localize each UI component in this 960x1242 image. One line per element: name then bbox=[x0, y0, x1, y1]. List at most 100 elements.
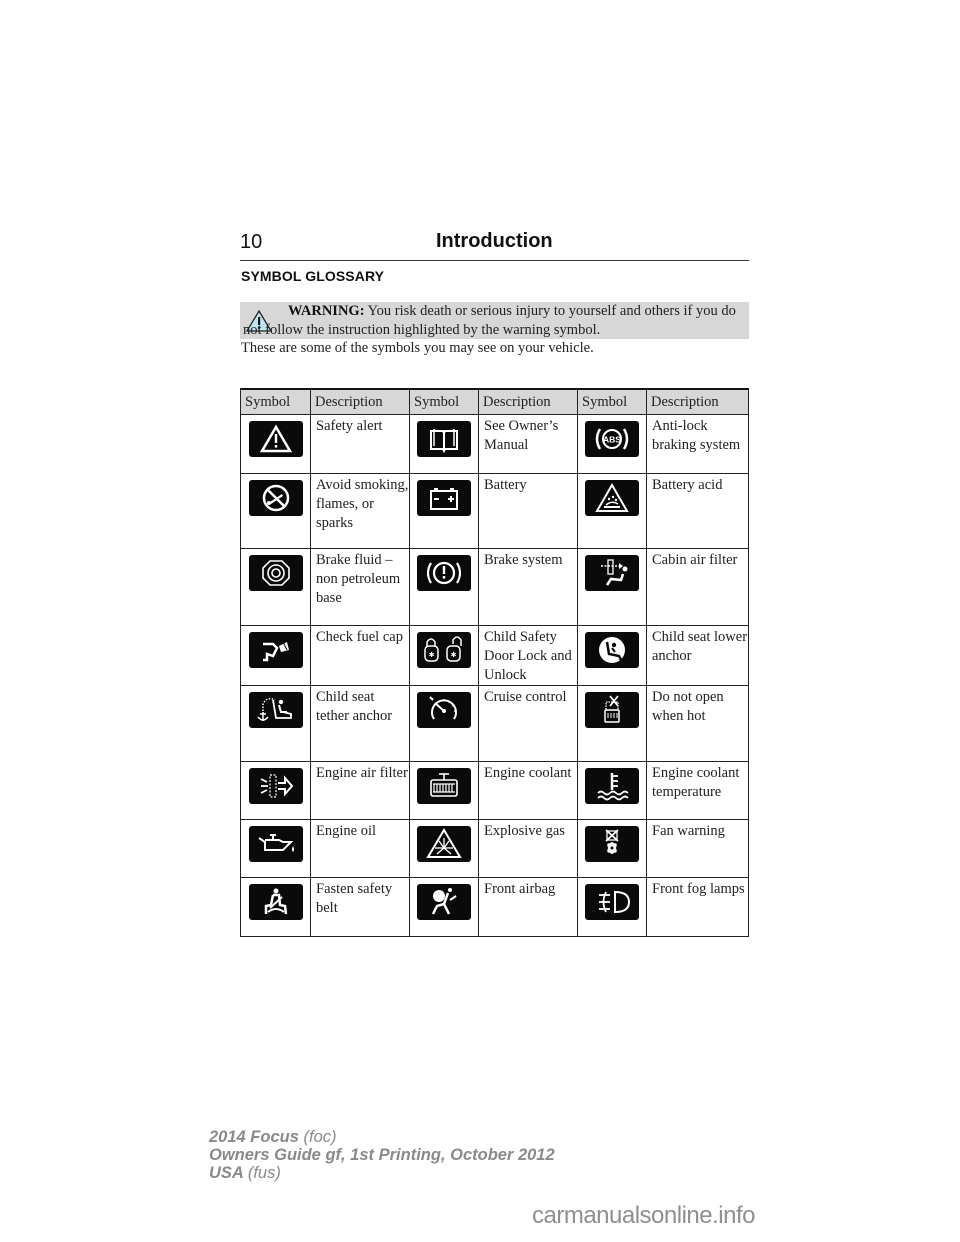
symbol-cell bbox=[577, 625, 647, 686]
engine-coolant-temperature-icon bbox=[585, 768, 639, 804]
description-cell: Do not open when hot bbox=[646, 685, 749, 762]
abs-icon: ABS bbox=[585, 421, 639, 457]
engine-coolant-icon bbox=[417, 768, 471, 804]
symbol-glossary-table: Symbol Description Symbol Description Sy… bbox=[240, 388, 749, 937]
description-cell: Avoid smoking, flames, or sparks bbox=[310, 473, 410, 549]
symbol-cell bbox=[240, 548, 311, 626]
symbol-cell bbox=[240, 877, 311, 937]
warning-box: WARNING: You risk death or serious injur… bbox=[240, 302, 749, 339]
brake-fluid-icon bbox=[248, 555, 303, 591]
svg-text:✱: ✱ bbox=[429, 651, 435, 659]
description-cell: Check fuel cap bbox=[310, 625, 410, 686]
brake-system-icon bbox=[417, 555, 471, 591]
description-cell: Cruise control bbox=[478, 685, 578, 762]
description-cell: Battery bbox=[478, 473, 578, 549]
symbol-cell bbox=[240, 473, 311, 549]
symbol-cell bbox=[577, 548, 647, 626]
svg-text:✱: ✱ bbox=[451, 651, 457, 659]
symbol-cell bbox=[577, 685, 647, 762]
symbol-cell bbox=[240, 761, 311, 820]
column-header: Symbol bbox=[577, 388, 647, 415]
child-safety-lock-icon: ✱ ✱ bbox=[417, 632, 471, 668]
description-cell: Safety alert bbox=[310, 414, 410, 474]
symbol-cell bbox=[577, 761, 647, 820]
symbol-cell: ✱ ✱ bbox=[409, 625, 479, 686]
symbol-cell: ABS bbox=[577, 414, 647, 474]
explosive-gas-icon bbox=[417, 826, 471, 862]
symbol-cell bbox=[577, 473, 647, 549]
do-not-open-hot-icon bbox=[585, 692, 639, 728]
chapter-title: Introduction bbox=[436, 230, 553, 252]
description-cell: Battery acid bbox=[646, 473, 749, 549]
check-fuel-cap-icon bbox=[248, 632, 303, 668]
intro-text: These are some of the symbols you may se… bbox=[241, 340, 594, 356]
print-footer: 2014 Focus (foc) Owners Guide gf, 1st Pr… bbox=[209, 1128, 555, 1182]
footer-model-code: (foc) bbox=[303, 1128, 337, 1146]
engine-air-filter-icon bbox=[248, 768, 303, 804]
engine-oil-icon bbox=[248, 826, 303, 862]
description-cell: Explosive gas bbox=[478, 819, 578, 878]
symbol-cell bbox=[240, 685, 311, 762]
no-smoking-flames-icon bbox=[248, 480, 303, 516]
battery-acid-icon bbox=[585, 480, 639, 516]
battery-icon bbox=[417, 480, 471, 516]
description-cell: Engine air filter bbox=[310, 761, 410, 820]
child-seat-tether-anchor-icon bbox=[248, 692, 303, 728]
table-row: Fasten safety belt Front airbag Front fog … bbox=[240, 877, 749, 937]
page-header: 10 Introduction bbox=[240, 228, 749, 261]
description-cell: Engine coolant temperature bbox=[646, 761, 749, 820]
cruise-control-icon bbox=[417, 692, 471, 728]
symbol-cell bbox=[409, 761, 479, 820]
description-cell: Child seat tether anchor bbox=[310, 685, 410, 762]
symbol-cell bbox=[409, 548, 479, 626]
table-row: Brake fluid – non petroleum base Brake sy… bbox=[240, 548, 749, 626]
fasten-safety-belt-icon bbox=[248, 884, 303, 920]
description-cell: Child Safety Door Lock and Unlock bbox=[478, 625, 578, 686]
symbol-cell bbox=[577, 877, 647, 937]
page-number: 10 bbox=[240, 231, 263, 253]
description-cell: Child seat lower anchor bbox=[646, 625, 749, 686]
svg-text:ABS: ABS bbox=[603, 435, 621, 445]
symbol-cell bbox=[409, 473, 479, 549]
warning-text: WARNING: You risk death or serious injur… bbox=[243, 302, 743, 339]
symbol-cell bbox=[409, 685, 479, 762]
description-cell: Fasten safety belt bbox=[310, 877, 410, 937]
table-row: Safety alert See Owner’s Manual ABS Anti-lo… bbox=[240, 414, 749, 474]
symbol-cell bbox=[240, 414, 311, 474]
description-cell: Front airbag bbox=[478, 877, 578, 937]
symbol-cell bbox=[577, 819, 647, 878]
column-header: Symbol bbox=[409, 388, 479, 415]
footer-model: 2014 Focus bbox=[209, 1128, 299, 1146]
description-cell: See Owner’s Manual bbox=[478, 414, 578, 474]
description-cell: Engine oil bbox=[310, 819, 410, 878]
watermark: carmanualsonline.info bbox=[532, 1202, 755, 1229]
description-cell: Cabin air filter bbox=[646, 548, 749, 626]
column-header: Symbol bbox=[240, 388, 311, 415]
footer-market-code: (fus) bbox=[247, 1164, 281, 1182]
footer-edition: Owners Guide gf, 1st Printing, October 2… bbox=[209, 1146, 555, 1164]
safety-alert-icon bbox=[248, 421, 303, 457]
column-header: Description bbox=[310, 388, 410, 415]
table-header-row: Symbol Description Symbol Description Sy… bbox=[240, 388, 749, 415]
symbol-cell bbox=[240, 625, 311, 686]
description-cell: Anti-lock braking system bbox=[646, 414, 749, 474]
column-header: Description bbox=[478, 388, 578, 415]
owners-manual-icon bbox=[417, 421, 471, 457]
table-row: Engine oil Explosive gas Fan warning bbox=[240, 819, 749, 878]
front-airbag-icon bbox=[417, 884, 471, 920]
table-row: Engine air filter Engine coolant Engine co… bbox=[240, 761, 749, 820]
description-cell: Fan warning bbox=[646, 819, 749, 878]
symbol-cell bbox=[240, 819, 311, 878]
column-header: Description bbox=[646, 388, 749, 415]
description-cell: Brake fluid – non petroleum base bbox=[310, 548, 410, 626]
description-cell: Brake system bbox=[478, 548, 578, 626]
table-row: Avoid smoking, flames, or sparks Battery B… bbox=[240, 473, 749, 549]
symbol-cell bbox=[409, 414, 479, 474]
section-title: SYMBOL GLOSSARY bbox=[241, 268, 385, 284]
front-fog-lamps-icon bbox=[585, 884, 639, 920]
symbol-cell bbox=[409, 877, 479, 937]
symbol-cell bbox=[409, 819, 479, 878]
cabin-air-filter-icon bbox=[585, 555, 639, 591]
description-cell: Engine coolant bbox=[478, 761, 578, 820]
fan-warning-icon bbox=[585, 826, 639, 862]
